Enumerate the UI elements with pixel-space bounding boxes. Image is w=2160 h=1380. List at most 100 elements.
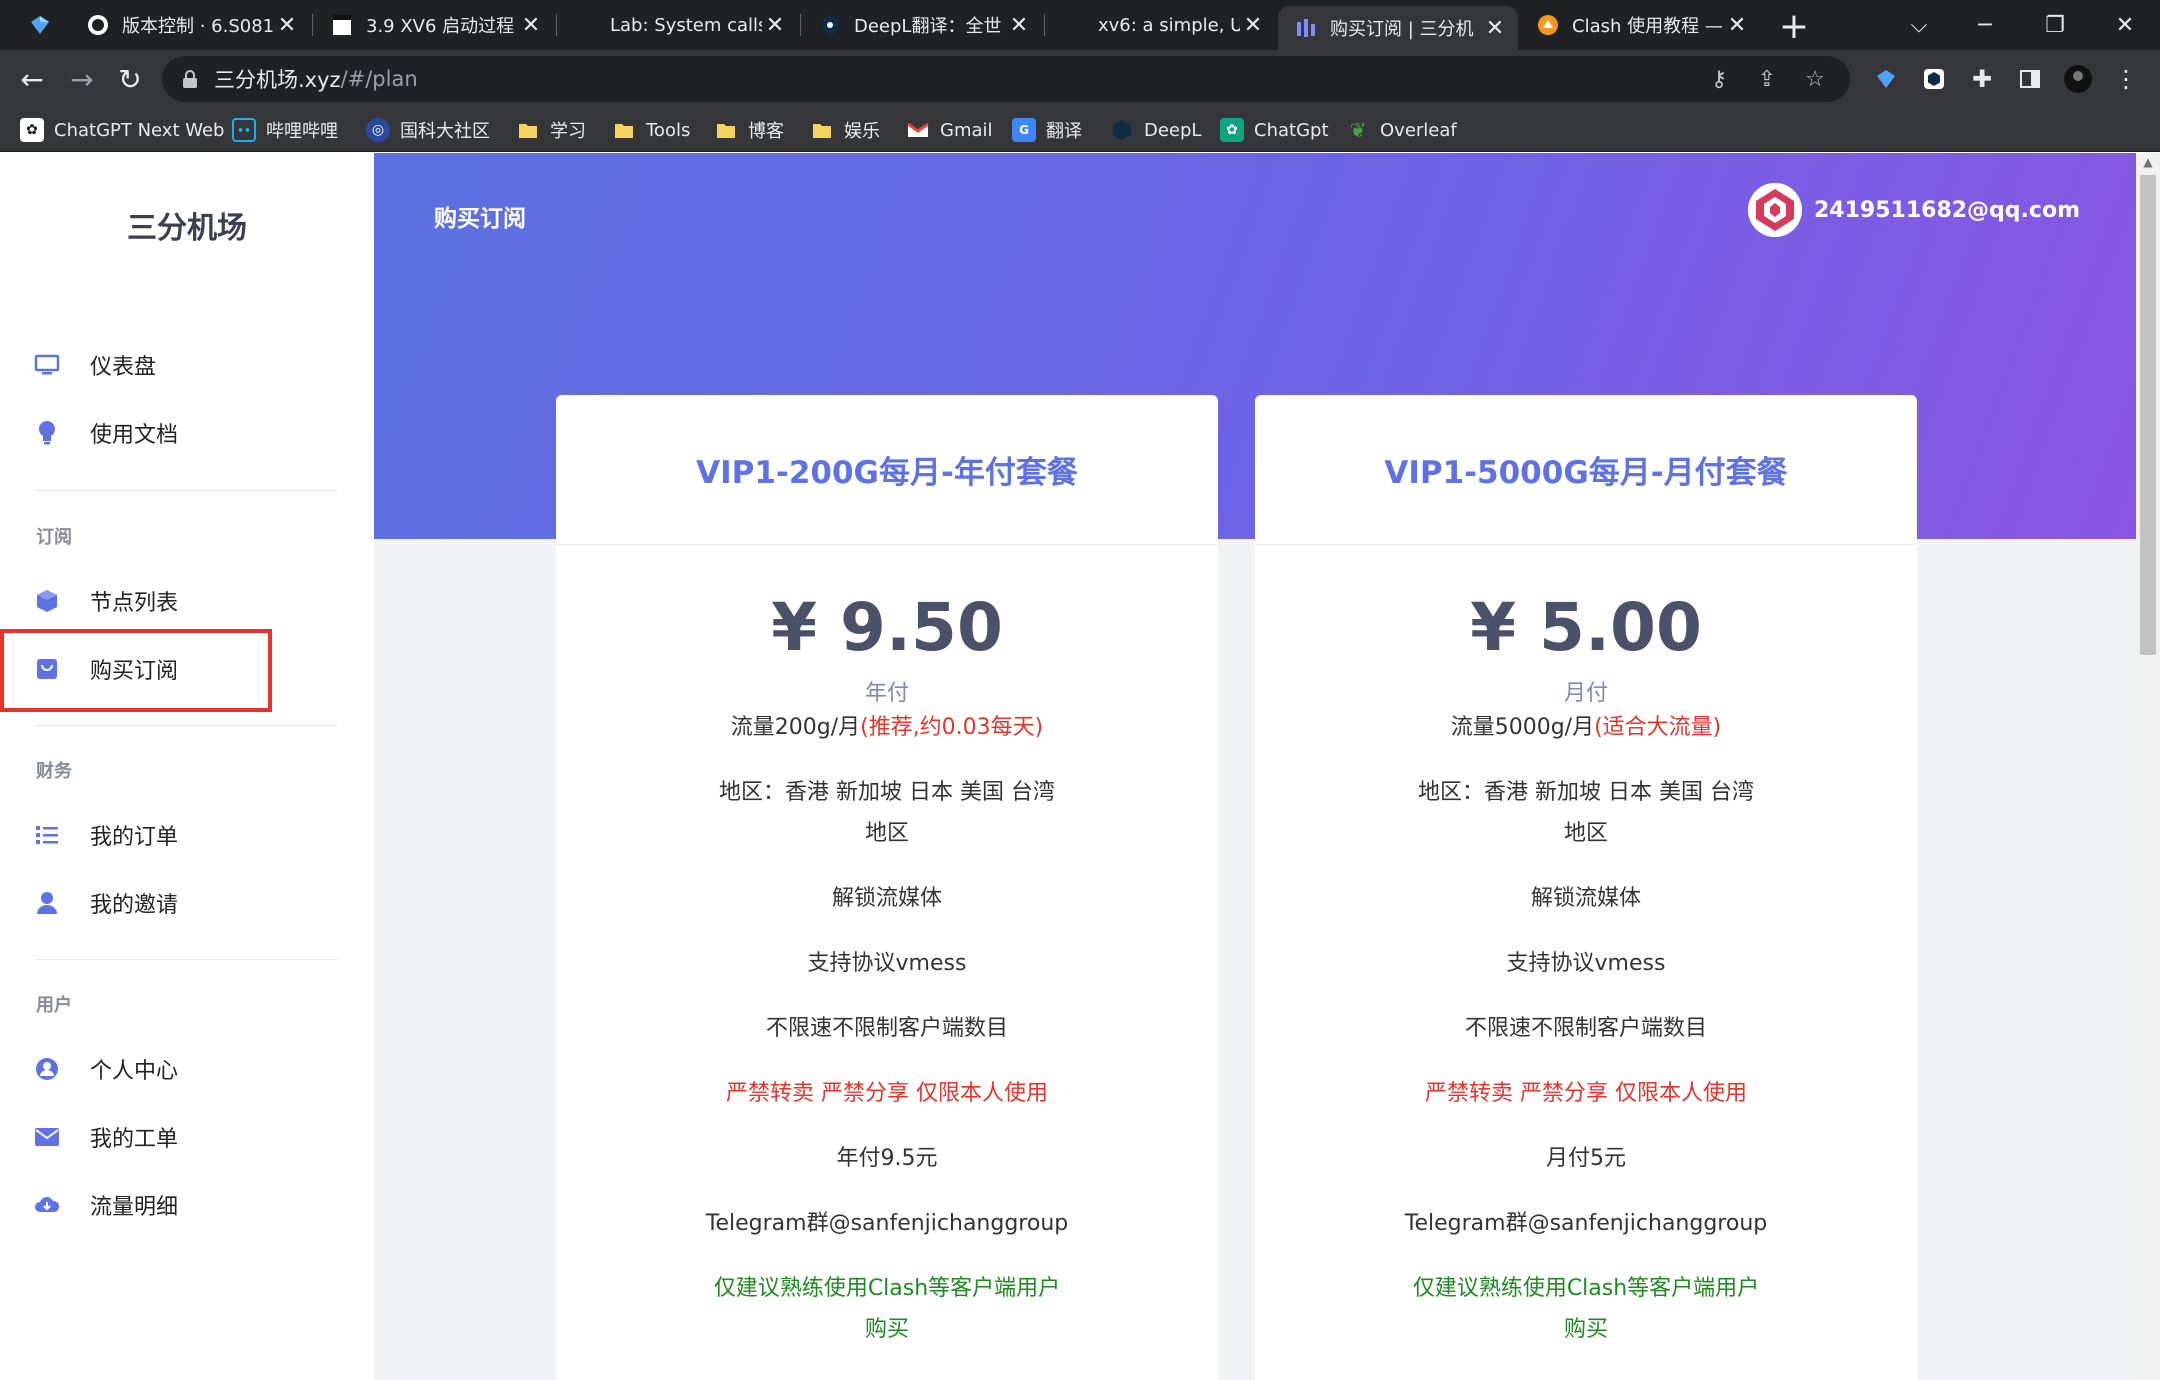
tab-6[interactable]: Clash 使用教程 — ✕ bbox=[1520, 0, 1760, 50]
close-icon[interactable]: ✕ bbox=[1724, 12, 1750, 38]
restore-icon[interactable]: ❐ bbox=[2020, 0, 2090, 50]
minimize-icon[interactable]: ─ bbox=[1950, 0, 2020, 50]
tab-title: DeepL翻译：全世 bbox=[854, 16, 1002, 37]
bookmark-folder-tools[interactable]: Tools bbox=[612, 108, 690, 152]
page-viewport: 三分机场 仪表盘 使用文档 订阅 节点列表 购买订阅 财务 我的订单 我的邀请 … bbox=[0, 153, 2160, 1380]
sidebar-item-invites[interactable]: 我的邀请 bbox=[0, 873, 374, 933]
key-icon[interactable]: ⚷ bbox=[1704, 64, 1734, 94]
close-icon[interactable]: ✕ bbox=[1006, 12, 1032, 38]
sidebar-item-nodes[interactable]: 节点列表 bbox=[0, 571, 374, 631]
bookmark-label: ChatGpt bbox=[1254, 119, 1329, 141]
tab-1[interactable]: 3.9 XV6 启动过程 ✕ bbox=[314, 0, 554, 50]
tab-divider bbox=[1044, 14, 1045, 36]
bookmark-folder-blog[interactable]: 博客 bbox=[714, 108, 784, 152]
user-icon bbox=[34, 890, 60, 916]
bookmark-label: 博客 bbox=[748, 121, 784, 142]
page-scrollbar[interactable]: ▲ bbox=[2136, 153, 2160, 1380]
bookmark-ucas[interactable]: ◎ 国科大社区 bbox=[366, 108, 490, 152]
bookmark-folder-entertainment[interactable]: 娱乐 bbox=[810, 108, 880, 152]
tab-title: xv6: a simple, Unix bbox=[1098, 14, 1240, 36]
cube-icon bbox=[34, 588, 60, 614]
new-tab-button[interactable]: + bbox=[1774, 6, 1814, 47]
tab-3[interactable]: DeepL翻译：全世 ✕ bbox=[802, 0, 1042, 50]
bookmark-label: Gmail bbox=[940, 119, 993, 141]
star-icon[interactable]: ☆ bbox=[1800, 64, 1830, 94]
reload-icon[interactable]: ↻ bbox=[110, 59, 150, 99]
diamond-extension-icon[interactable] bbox=[1870, 63, 1902, 95]
scroll-up-arrow-icon[interactable]: ▲ bbox=[2136, 155, 2160, 173]
address-bar[interactable]: 三分机场.xyz /#/plan ⚷ ⇪ ☆ bbox=[162, 56, 1850, 102]
sidebar-item-tickets[interactable]: 我的工单 bbox=[0, 1107, 374, 1167]
kebab-menu-icon[interactable]: ⋮ bbox=[2110, 63, 2142, 95]
overleaf-icon: ❦ bbox=[1349, 118, 1367, 142]
plan-card-header: VIP1-5000G每月-月付套餐 bbox=[1255, 395, 1917, 545]
sidepanel-icon[interactable] bbox=[2014, 63, 2046, 95]
tab-4[interactable]: xv6: a simple, Unix ✕ bbox=[1046, 0, 1276, 50]
bookmark-deepl[interactable]: DeepL bbox=[1110, 108, 1201, 152]
bookmarks-bar: ✿ ChatGPT Next Web •• 哔哩哔哩 ◎ 国科大社区 学习 To… bbox=[0, 108, 2160, 152]
plan-advice-cont: 购买 bbox=[1563, 1317, 1608, 1342]
plan-billing: 月付5元 bbox=[1546, 1146, 1626, 1171]
plan-card[interactable]: VIP1-5000G每月-月付套餐 ¥ 5.00 月付 流量5000g/月(适合… bbox=[1255, 395, 1917, 1380]
deepl-icon bbox=[818, 13, 842, 37]
close-icon[interactable]: ✕ bbox=[274, 12, 300, 38]
bookmark-chatgpt[interactable]: ✿ ChatGpt bbox=[1220, 108, 1329, 152]
window-close-icon[interactable]: ✕ bbox=[2090, 0, 2160, 50]
envelope-icon bbox=[34, 1124, 60, 1150]
plan-region-cont: 地区 bbox=[1563, 821, 1608, 846]
share-icon[interactable]: ⇪ bbox=[1752, 64, 1782, 94]
tab-extension-pin[interactable] bbox=[28, 0, 58, 50]
bookmark-folder-study[interactable]: 学习 bbox=[516, 108, 586, 152]
tab-0[interactable]: 版本控制 · 6.S081 ✕ bbox=[70, 0, 310, 50]
scrollbar-thumb[interactable] bbox=[2140, 175, 2156, 655]
lock-icon[interactable] bbox=[180, 69, 200, 89]
sidebar-item-profile[interactable]: 个人中心 bbox=[0, 1039, 374, 1099]
page-title: 购买订阅 bbox=[434, 206, 526, 232]
user-circle-icon bbox=[34, 1056, 60, 1082]
deepl-extension-icon[interactable] bbox=[1918, 63, 1950, 95]
bookmark-gmail[interactable]: Gmail bbox=[906, 108, 993, 152]
traffic-text: 流量200g/月 bbox=[730, 715, 861, 740]
sidebar-item-label: 个人中心 bbox=[90, 1059, 179, 1084]
close-icon[interactable]: ✕ bbox=[1482, 15, 1508, 41]
plan-card[interactable]: VIP1-200G每月-年付套餐 ¥ 9.50 年付 流量200g/月(推荐,约… bbox=[556, 395, 1218, 1380]
page-icon bbox=[1062, 13, 1086, 37]
bookmark-label: ChatGPT Next Web bbox=[54, 119, 225, 141]
close-icon[interactable]: ✕ bbox=[518, 12, 544, 38]
browser-tab-bar: 版本控制 · 6.S081 ✕ 3.9 XV6 启动过程 ✕ Lab: Syst… bbox=[0, 0, 2160, 50]
bookmark-label: 娱乐 bbox=[844, 121, 880, 142]
sidebar-item-traffic[interactable]: 流量明细 bbox=[0, 1175, 374, 1235]
tab-5-active[interactable]: 购买订阅 | 三分机 ✕ bbox=[1278, 6, 1518, 50]
bookmark-overleaf[interactable]: ❦ Overleaf bbox=[1346, 108, 1457, 152]
folder-icon bbox=[714, 118, 738, 142]
url-host: 三分机场.xyz bbox=[214, 68, 341, 92]
profile-avatar[interactable] bbox=[2062, 63, 2094, 95]
user-menu[interactable]: 2419511682@qq.com bbox=[1747, 183, 2080, 237]
sidebar-item-dashboard[interactable]: 仪表盘 bbox=[0, 335, 374, 395]
sidebar-item-docs[interactable]: 使用文档 bbox=[0, 403, 374, 463]
gmail-icon bbox=[906, 118, 930, 142]
forward-icon[interactable]: → bbox=[62, 59, 102, 99]
tab-title: 购买订阅 | 三分机 bbox=[1330, 19, 1474, 40]
plan-name: VIP1-5000G每月-月付套餐 bbox=[1384, 455, 1788, 491]
plan-period: 年付 bbox=[864, 681, 909, 706]
diamond-icon bbox=[28, 13, 52, 37]
url-path: /#/plan bbox=[340, 67, 418, 91]
plan-region-cont: 地区 bbox=[864, 821, 909, 846]
plan-billing: 年付9.5元 bbox=[836, 1146, 938, 1171]
avatar[interactable] bbox=[1747, 183, 1802, 237]
bookmark-bilibili[interactable]: •• 哔哩哔哩 bbox=[232, 108, 338, 152]
lightbulb-icon bbox=[34, 420, 60, 446]
plan-advice: 仅建议熟练使用Clash等客户端用户 bbox=[713, 1276, 1061, 1301]
sidebar-item-orders[interactable]: 我的订单 bbox=[0, 805, 374, 865]
sidebar-divider bbox=[36, 959, 338, 960]
close-icon[interactable]: ✕ bbox=[1240, 12, 1266, 38]
tab-2[interactable]: Lab: System calls ✕ bbox=[558, 0, 798, 50]
tab-search-chevron-icon[interactable]: ⌵ bbox=[1884, 0, 1954, 50]
close-icon[interactable]: ✕ bbox=[762, 12, 788, 38]
sidebar-item-label: 我的邀请 bbox=[90, 893, 179, 918]
back-icon[interactable]: ← bbox=[12, 59, 52, 99]
puzzle-extensions-icon[interactable]: ✚ bbox=[1966, 63, 1998, 95]
bookmark-chatgpt-next-web[interactable]: ✿ ChatGPT Next Web bbox=[20, 108, 224, 152]
bookmark-translate[interactable]: G 翻译 bbox=[1012, 108, 1082, 152]
